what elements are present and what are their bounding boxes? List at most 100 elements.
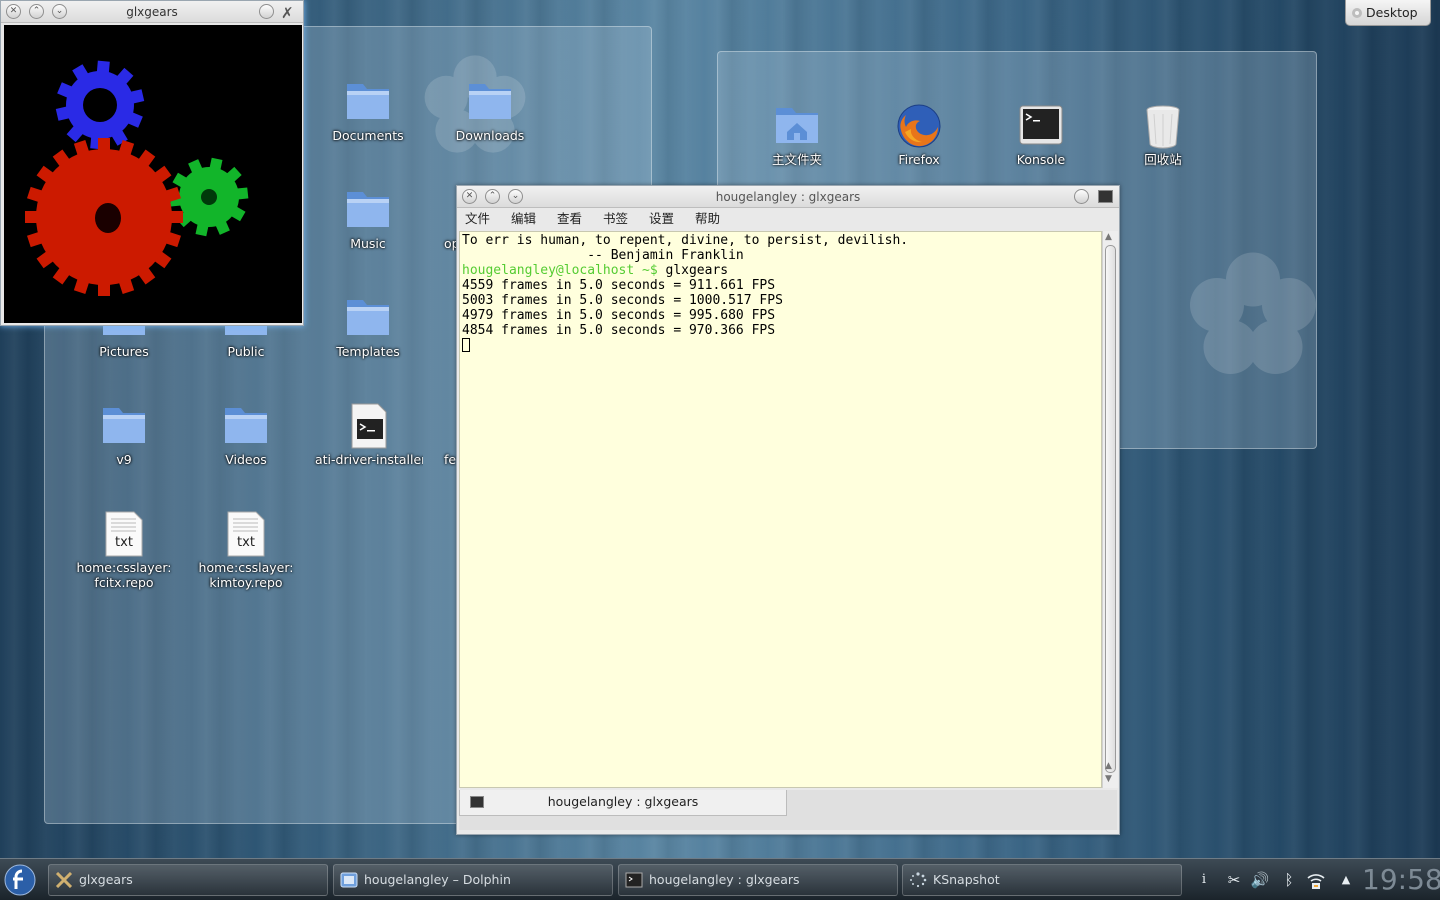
shell-prompt: hougelangley@localhost ~$ [462, 263, 658, 278]
window-title: glxgears [126, 5, 178, 19]
ati-installer-file[interactable]: ati-driver-installer-11-11- [313, 402, 423, 467]
window-menu-icon[interactable]: ✗ [281, 2, 294, 24]
icon-label: ati-driver-installer-11-11- [315, 452, 423, 467]
maximize-icon[interactable]: ⌃ [29, 4, 44, 19]
x11-app-icon [55, 872, 73, 888]
terminal-line: hougelangley@localhost ~$ glxgears [462, 263, 1101, 278]
icon-label: kimtoy.repo [209, 575, 283, 590]
file-type-badge: txt [237, 535, 255, 550]
icon-label: Videos [225, 452, 267, 467]
home-folder-icon [776, 108, 818, 143]
network-wifi-icon[interactable] [1306, 870, 1326, 890]
icon-label: 主文件夹 [771, 152, 822, 167]
close-icon[interactable]: ✕ [6, 4, 21, 19]
maximize-icon[interactable]: ⌃ [485, 189, 500, 204]
scroll-down-icon[interactable]: ▼ [1105, 774, 1112, 784]
scissors-icon[interactable]: ✂ [1224, 870, 1244, 890]
fedora-launcher-icon[interactable] [2, 862, 38, 898]
icon-label: Public [227, 344, 265, 359]
terminal-line: 4559 frames in 5.0 seconds = 911.661 FPS [462, 278, 776, 293]
icon-label: v9 [116, 452, 132, 467]
keep-above-icon[interactable] [259, 4, 274, 19]
scroll-up-icon[interactable]: ▲ [1105, 232, 1112, 242]
menu-bar: 文件 编辑 查看 书签 设置 帮助 [457, 208, 1119, 230]
terminal-line: To err is human, to repent, divine, to p… [462, 233, 909, 248]
minimize-icon[interactable]: ⌄ [508, 189, 523, 204]
icon-label: Pictures [99, 344, 149, 359]
folder-icon [225, 408, 267, 443]
icon-label: Music [350, 236, 386, 251]
partial-desktop-icon[interactable]: fe [420, 402, 460, 467]
documents-folder[interactable]: Documents [313, 78, 423, 143]
kimtoy-repo-file[interactable]: txt home:csslayer: kimtoy.repo [191, 510, 301, 590]
desktop: Documents Downloads Music op Pictures Pu… [0, 0, 1440, 858]
task-label: hougelangley – Dolphin [364, 872, 511, 887]
icon-label: Downloads [455, 128, 525, 143]
home-folder-launcher[interactable]: 主文件夹 [742, 102, 852, 167]
downloads-folder[interactable]: Downloads [435, 78, 545, 143]
terminal-tab-bar: hougelangley : glxgears [459, 790, 1117, 830]
desktop-toolbox-button[interactable]: Desktop [1345, 0, 1431, 26]
icon-label: fe [444, 452, 457, 467]
green-gear [169, 157, 249, 237]
menu-view[interactable]: 查看 [557, 211, 582, 226]
task-ksnapshot[interactable]: KSnapshot [902, 864, 1182, 896]
scrollbar-thumb[interactable] [1105, 245, 1116, 773]
dolphin-icon [340, 872, 358, 888]
menu-help[interactable]: 帮助 [695, 211, 720, 226]
terminal-line [462, 338, 1101, 354]
menu-edit[interactable]: 编辑 [511, 211, 536, 226]
blue-gear [55, 60, 145, 150]
videos-folder[interactable]: Videos [191, 402, 301, 467]
icon-label: Templates [336, 344, 400, 359]
konsole-launcher[interactable]: Konsole [986, 102, 1096, 167]
menu-file[interactable]: 文件 [465, 211, 490, 226]
v9-folder[interactable]: v9 [69, 402, 179, 467]
text-file-icon [105, 511, 143, 557]
konsole-icon [1019, 105, 1063, 145]
digital-clock[interactable]: 19:58 [1362, 862, 1440, 898]
scroll-up-icon[interactable]: ▲ [1105, 761, 1112, 771]
terminal-scrollbar[interactable]: ▲ ▲ ▼ [1102, 231, 1118, 788]
music-folder[interactable]: Music [313, 186, 423, 251]
task-label: glxgears [79, 872, 133, 887]
task-konsole[interactable]: hougelangley : glxgears [618, 864, 898, 896]
info-icon[interactable]: i [1194, 870, 1214, 890]
glxgears-canvas[interactable] [4, 25, 302, 323]
task-dolphin[interactable]: hougelangley – Dolphin [333, 864, 613, 896]
fcitx-repo-file[interactable]: txt home:csslayer: fcitx.repo [69, 510, 179, 590]
window-titlebar[interactable]: ✕ ⌃ ⌄ hougelangley : glxgears [457, 186, 1119, 208]
bluetooth-icon[interactable]: ᛒ [1279, 870, 1299, 890]
trash-icon [1146, 105, 1180, 149]
text-file-icon [227, 511, 265, 557]
window-menu-icon[interactable] [1098, 190, 1113, 203]
window-titlebar[interactable]: ✕ ⌃ ⌄ glxgears ✗ [1, 1, 303, 23]
volume-icon[interactable]: 🔊 [1250, 870, 1270, 890]
terminal-output[interactable]: To err is human, to repent, divine, to p… [459, 231, 1102, 788]
shell-command: glxgears [657, 263, 729, 278]
window-title: hougelangley : glxgears [715, 190, 861, 204]
firefox-icon [897, 104, 941, 148]
keep-above-icon[interactable] [1074, 189, 1089, 204]
icon-label: Konsole [1016, 152, 1066, 167]
task-glxgears[interactable]: glxgears [48, 864, 328, 896]
minimize-icon[interactable]: ⌄ [52, 4, 67, 19]
terminal-tab[interactable]: hougelangley : glxgears [459, 790, 787, 816]
folder-icon [347, 84, 389, 119]
trash-launcher[interactable]: 回收站 [1108, 102, 1218, 167]
terminal-line: 5003 frames in 5.0 seconds = 1000.517 FP… [462, 293, 783, 308]
firefox-launcher[interactable]: Firefox [864, 102, 974, 167]
tray-expand-icon[interactable]: ▲ [1336, 870, 1356, 890]
terminal-tab-label: hougelangley : glxgears [547, 794, 699, 809]
konsole-icon [625, 872, 643, 888]
partial-desktop-icon[interactable]: op [420, 186, 460, 251]
text-cursor [462, 338, 470, 352]
loading-spinner-icon [910, 872, 927, 888]
icon-label: fcitx.repo [94, 575, 154, 590]
close-icon[interactable]: ✕ [462, 189, 477, 204]
glxgears-window[interactable]: ✕ ⌃ ⌄ glxgears ✗ [0, 0, 304, 326]
templates-folder[interactable]: Templates [313, 294, 423, 359]
menu-settings[interactable]: 设置 [649, 211, 674, 226]
konsole-window[interactable]: ✕ ⌃ ⌄ hougelangley : glxgears 文件 编辑 查看 书… [456, 185, 1120, 835]
menu-bookmarks[interactable]: 书签 [603, 211, 628, 226]
